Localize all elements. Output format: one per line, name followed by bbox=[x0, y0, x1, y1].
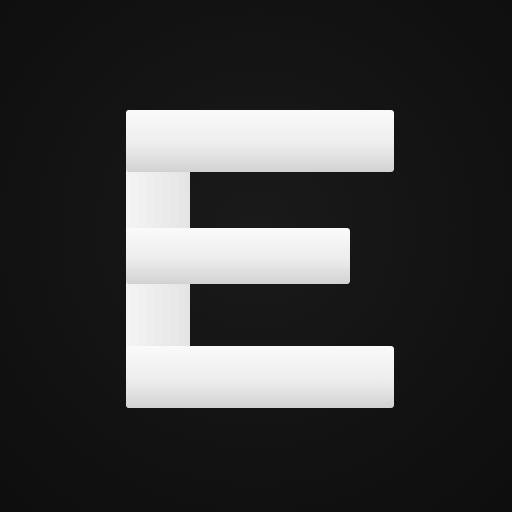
letter-e-top-bar bbox=[126, 110, 394, 172]
letter-e-bottom-bar bbox=[126, 346, 394, 408]
letter-e-middle-bar bbox=[126, 228, 350, 284]
app-icon: E bbox=[0, 0, 512, 512]
letter-e-logo-icon bbox=[126, 110, 394, 408]
